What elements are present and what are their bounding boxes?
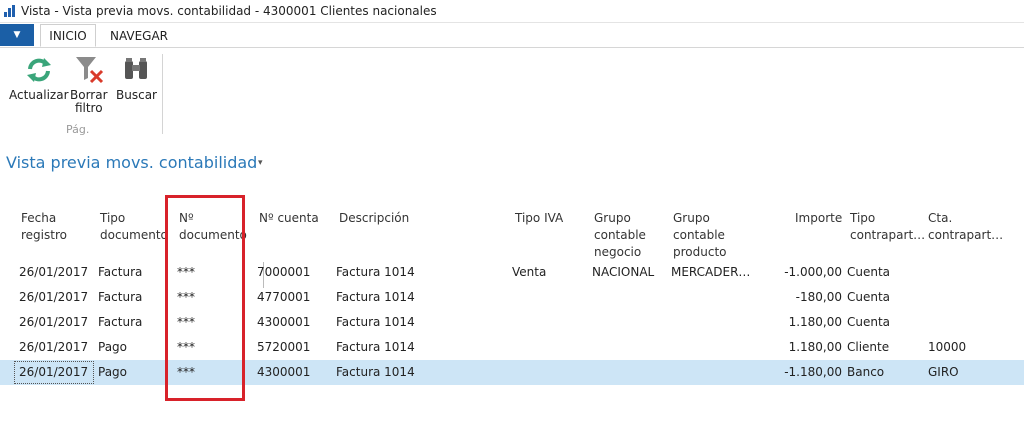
cell-tipo-contrapartida: Cuenta (847, 290, 891, 304)
column-header-fecha[interactable]: Fecha registro (21, 210, 67, 244)
table-row[interactable]: 26/01/2017 Factura *** 7000001 Factura 1… (0, 260, 1024, 285)
cell-fecha[interactable]: 26/01/2017 (14, 361, 94, 384)
clear-filter-label-line2: filtro (74, 101, 103, 115)
app-chart-icon (3, 4, 17, 18)
cell-tipo-contrapartida: Cuenta (847, 265, 891, 279)
cell-descripcion: Factura 1014 (336, 340, 415, 354)
table-row[interactable]: 26/01/2017 Factura *** 4300001 Factura 1… (0, 310, 1024, 335)
cell-cta-contrapartida: 10000 (928, 340, 967, 354)
column-header-tipo-iva[interactable]: Tipo IVA (515, 210, 563, 227)
application-menu-button[interactable]: ▼ (0, 24, 34, 46)
binoculars-icon (119, 53, 153, 87)
ribbon-tabs: ▼ INICIO NAVEGAR (0, 24, 1024, 48)
cell-tipo-documento: Pago (98, 340, 128, 354)
refresh-icon (22, 53, 56, 87)
ribbon-group-label: Pág. (66, 123, 90, 136)
clear-filter-button[interactable]: Borrar filtro (70, 53, 108, 115)
cell-descripcion: Factura 1014 (336, 265, 415, 279)
refresh-button[interactable]: Actualizar (9, 53, 69, 102)
cell-tipo-contrapartida: Cliente (847, 340, 890, 354)
find-label: Buscar (116, 88, 157, 102)
cell-n-cuenta: 4770001 (257, 290, 311, 304)
ribbon-panel: Actualizar Borrar filtro Buscar Pág. (0, 48, 1024, 140)
column-header-tipo-contrapartida[interactable]: Tipo contrapart… (850, 210, 925, 244)
cell-descripcion: Factura 1014 (336, 290, 415, 304)
cell-tipo-contrapartida: Banco (847, 365, 885, 379)
cell-tipo-iva: Venta (512, 265, 547, 279)
page-title: Vista previa movs. contabilidad (6, 153, 258, 172)
cell-importe: -1.180,00 (784, 365, 842, 379)
cell-grupo-negocio: NACIONAL (592, 265, 655, 279)
cell-importe: 1.180,00 (788, 315, 842, 329)
cell-n-cuenta: 7000001 (257, 265, 311, 279)
table-row[interactable]: 26/01/2017 Pago *** 5720001 Factura 1014… (0, 335, 1024, 360)
cell-descripcion: Factura 1014 (336, 365, 415, 379)
cell-fecha: 26/01/2017 (19, 315, 89, 329)
cell-cta-contrapartida: GIRO (928, 365, 959, 379)
column-header-importe[interactable]: Importe (795, 210, 842, 227)
cell-n-cuenta: 4300001 (257, 315, 311, 329)
column-header-descripcion[interactable]: Descripción (339, 210, 409, 227)
cell-tipo-contrapartida: Cuenta (847, 315, 891, 329)
page-title-dropdown-icon[interactable]: ▾ (258, 158, 263, 168)
table-row-selected[interactable]: 26/01/2017 Pago *** 4300001 Factura 1014… (0, 360, 1024, 385)
tab-inicio[interactable]: INICIO (40, 24, 96, 47)
cell-grupo-producto: MERCADER… (671, 265, 751, 279)
column-header-grupo-producto[interactable]: Grupo contable producto (673, 210, 727, 261)
cell-tipo-documento: Factura (98, 265, 143, 279)
cell-n-cuenta: 5720001 (257, 340, 311, 354)
cell-fecha: 26/01/2017 (19, 340, 89, 354)
cell-n-cuenta: 4300001 (257, 365, 311, 379)
column-header-n-cuenta[interactable]: Nº cuenta (259, 210, 319, 227)
table-row[interactable]: 26/01/2017 Factura *** 4770001 Factura 1… (0, 285, 1024, 310)
clear-filter-icon (72, 53, 106, 87)
cell-importe: -180,00 (795, 290, 842, 304)
tab-navegar[interactable]: NAVEGAR (104, 24, 174, 47)
column-header-cta-contrapartida[interactable]: Cta. contrapart… (928, 210, 1003, 244)
cell-tipo-documento: Pago (98, 365, 128, 379)
clear-filter-label-line1: Borrar (70, 88, 108, 102)
cell-tipo-documento: Factura (98, 290, 143, 304)
cell-importe: 1.180,00 (788, 340, 842, 354)
cell-descripcion: Factura 1014 (336, 315, 415, 329)
column-header-grupo-negocio[interactable]: Grupo contable negocio (594, 210, 646, 261)
cell-fecha: 26/01/2017 (19, 290, 89, 304)
ribbon-group-separator (162, 54, 163, 134)
cell-fecha: 26/01/2017 (19, 265, 89, 279)
highlight-box-n-documento (165, 195, 245, 401)
window-title: Vista - Vista previa movs. contabilidad … (21, 4, 437, 18)
cell-tipo-documento: Factura (98, 315, 143, 329)
find-button[interactable]: Buscar (116, 53, 157, 102)
title-bar: Vista - Vista previa movs. contabilidad … (0, 0, 1024, 23)
column-header-tipo-documento[interactable]: Tipo documento (100, 210, 168, 244)
cell-importe: -1.000,00 (784, 265, 842, 279)
refresh-label: Actualizar (9, 88, 69, 102)
